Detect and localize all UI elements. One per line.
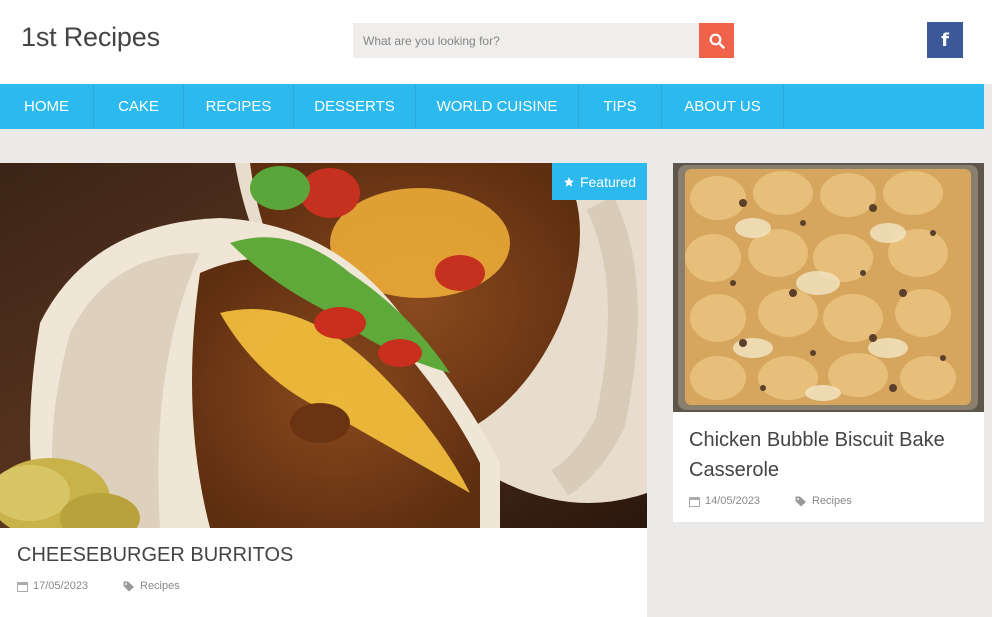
featured-post-date-text: 17/05/2023	[33, 580, 89, 592]
nav-item-about-us[interactable]: ABOUT US	[662, 84, 784, 129]
nav-item-cake[interactable]: CAKE	[94, 84, 184, 129]
search-input[interactable]	[353, 23, 699, 58]
nav-item-desserts[interactable]: DESSERTS	[294, 84, 416, 129]
nav-item-world-cuisine[interactable]: WORLD CUISINE	[416, 84, 579, 129]
nav-item-tips[interactable]: TIPS	[579, 84, 662, 129]
featured-post-image[interactable]	[0, 163, 647, 528]
side-post-title[interactable]: Chicken Bubble Biscuit Bake Casserole	[689, 425, 974, 485]
facebook-button[interactable]: f	[927, 22, 963, 58]
featured-post-date: 17/05/2023	[17, 580, 88, 592]
featured-post-category-text: Recipes	[140, 580, 180, 592]
site-title[interactable]: 1st Recipes	[21, 22, 160, 53]
nav-item-recipes[interactable]: RECIPES	[184, 84, 294, 129]
facebook-icon: f	[941, 29, 949, 51]
main-nav: HOME CAKE RECIPES DESSERTS WORLD CUISINE…	[0, 84, 984, 129]
tag-icon	[123, 581, 135, 592]
side-post-category[interactable]: Recipes	[795, 495, 852, 507]
side-post-image[interactable]	[673, 163, 984, 412]
nav-item-home[interactable]: HOME	[0, 84, 94, 129]
side-post-date-text: 14/05/2023	[705, 495, 761, 507]
featured-post-category[interactable]: Recipes	[123, 580, 180, 592]
tag-icon	[795, 496, 807, 507]
featured-badge: Featured	[552, 163, 647, 200]
side-post-date: 14/05/2023	[689, 495, 760, 507]
site-header: 1st Recipes f	[0, 0, 992, 84]
side-post-card: Chicken Bubble Biscuit Bake Casserole 14…	[673, 163, 984, 522]
calendar-icon	[689, 496, 700, 507]
featured-post-title[interactable]: CHEESEBURGER BURRITOS	[17, 544, 293, 567]
side-post-category-text: Recipes	[812, 495, 852, 507]
search-button[interactable]	[699, 23, 734, 58]
calendar-icon	[17, 581, 28, 592]
search-icon	[709, 33, 725, 49]
featured-badge-label: Featured	[579, 173, 637, 190]
featured-post-card: CHEESEBURGER BURRITOS 17/05/2023 Recipes	[0, 163, 647, 617]
star-icon	[563, 176, 574, 187]
search-form	[353, 23, 734, 58]
